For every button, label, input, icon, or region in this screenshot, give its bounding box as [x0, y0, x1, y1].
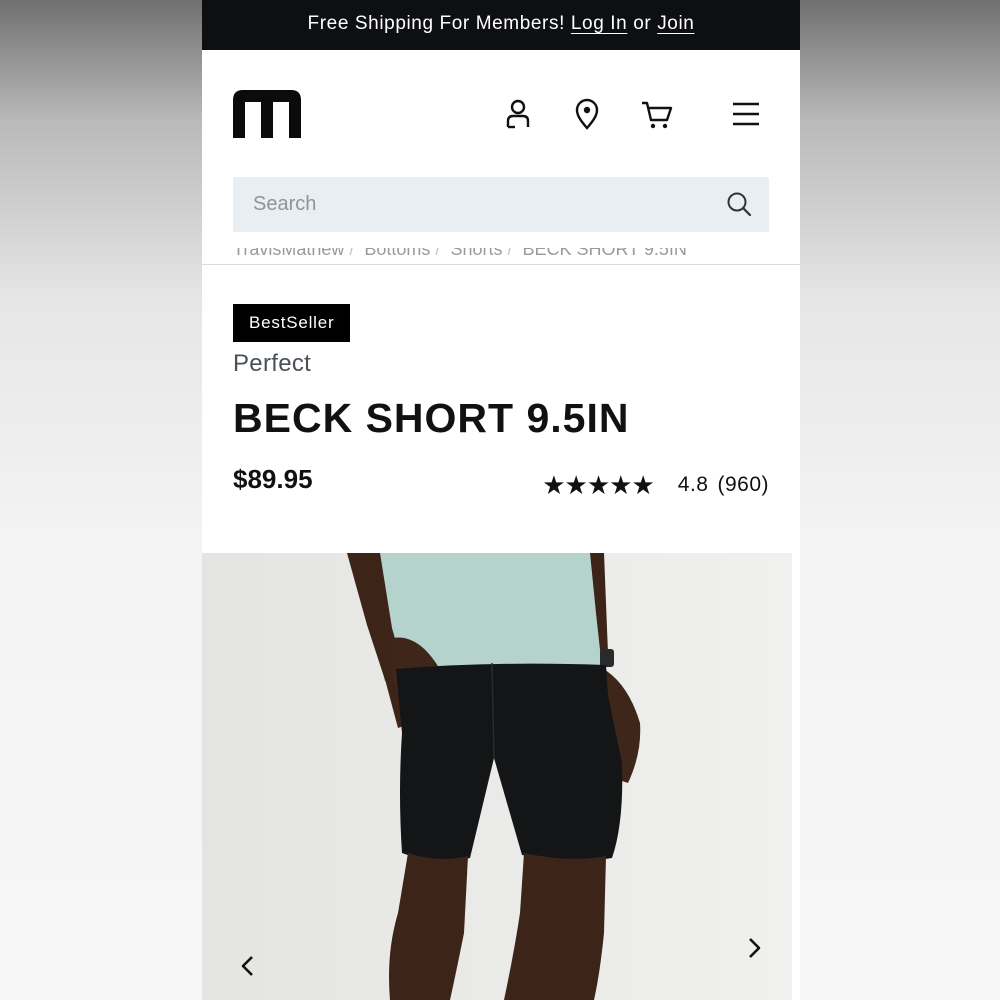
promo-or-text: or — [633, 13, 652, 34]
rating-value: 4.8 — [677, 473, 709, 496]
product-photo-illustration — [202, 553, 792, 1000]
bestseller-badge: BestSeller — [233, 304, 351, 342]
breadcrumb-shorts[interactable]: Shorts — [450, 248, 502, 259]
join-link[interactable]: Join — [657, 13, 694, 35]
product-image[interactable] — [202, 553, 792, 1000]
chevron-left-icon[interactable] — [233, 951, 263, 981]
mobile-viewport: Free Shipping For Members! Log In or Joi… — [202, 0, 800, 1000]
search-input[interactable] — [233, 177, 713, 232]
promo-banner: Free Shipping For Members! Log In or Joi… — [202, 0, 800, 50]
product-title: BECK SHORT 9.5IN — [233, 395, 630, 441]
breadcrumb-bottoms[interactable]: Bottoms — [364, 248, 430, 259]
chevron-right-icon[interactable] — [739, 933, 769, 963]
cart-icon[interactable] — [640, 97, 674, 131]
login-link[interactable]: Log In — [571, 13, 627, 35]
breadcrumb-current: BECK SHORT 9.5IN — [522, 248, 687, 259]
promo-text: Free Shipping For Members! — [307, 13, 565, 34]
review-count[interactable]: (960) — [717, 473, 769, 497]
location-pin-icon[interactable] — [570, 97, 604, 131]
breadcrumb-home[interactable]: TravisMathew — [233, 248, 344, 259]
search-icon[interactable] — [725, 190, 753, 218]
product-fit: Perfect — [233, 350, 312, 377]
product-price: $89.95 — [233, 464, 313, 494]
brand-logo[interactable] — [233, 90, 301, 138]
star-rating-icon: ★★★★★ — [542, 470, 655, 500]
search-bar — [233, 177, 769, 232]
account-icon[interactable] — [501, 97, 535, 131]
site-header — [202, 50, 800, 265]
menu-icon[interactable] — [729, 97, 763, 131]
product-rating[interactable]: ★★★★★ 4.8 (960) — [542, 472, 769, 498]
breadcrumb: TravisMathew / Bottoms / Shorts / BECK SHOR… — [233, 248, 773, 264]
